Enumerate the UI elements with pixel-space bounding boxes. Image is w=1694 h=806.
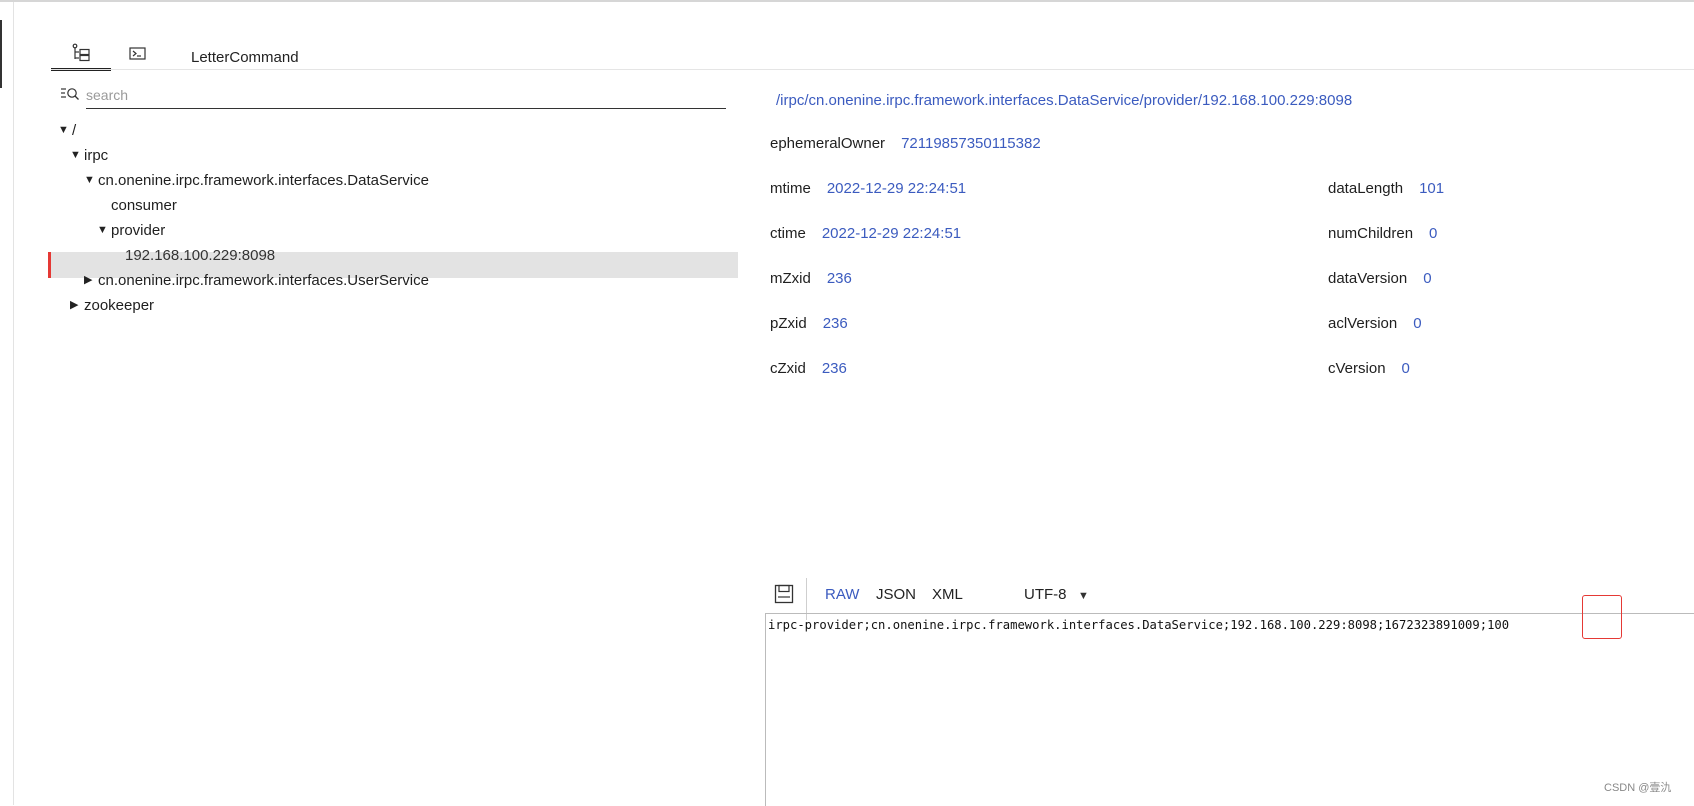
data-editor[interactable]: irpc-provider;cn.onenine.irpc.framework.… [765,613,1694,806]
format-xml-button[interactable]: XML [932,586,963,603]
prop-label: mZxid [770,270,811,287]
prop-value: 101 [1419,180,1445,197]
prop-value: 2022-12-29 22:24:51 [826,180,967,197]
prop-label: numChildren [1328,225,1414,242]
data-content-text: irpc-provider;cn.onenine.irpc.framework.… [768,618,1510,632]
tree-node-root[interactable]: ▼ / [58,117,76,144]
tree-node-label: irpc [84,147,109,164]
save-icon[interactable] [774,584,794,604]
prop-value: 2022-12-29 22:24:51 [821,225,962,242]
format-raw-button[interactable]: RAW [825,586,859,603]
prop-value: 236 [821,360,847,377]
selected-row-indicator [48,252,51,278]
tree-node-label: consumer [111,197,177,214]
prop-data-length: dataLength 101 [1328,180,1444,197]
left-rail-divider [13,2,14,805]
tree-node-consumer[interactable]: consumer [111,192,177,219]
prop-label: cVersion [1328,360,1386,377]
prop-value: 0 [1401,360,1410,377]
tree-node-label: 192.168.100.229:8098 [125,247,276,264]
prop-mtime: mtime 2022-12-29 22:24:51 [770,180,966,197]
data-toolbar: RAW JSON XML UTF-8 ▼ [770,578,1694,620]
prop-c-version: cVersion 0 [1328,360,1410,377]
expanded-caret-icon[interactable]: ▼ [84,167,98,194]
search-icon [61,88,79,100]
prop-label: dataVersion [1328,270,1408,287]
tree-node-user-service[interactable]: ▶ cn.onenine.irpc.framework.interfaces.Us… [84,267,429,294]
prop-label: pZxid [770,315,807,332]
tree-node-label: zookeeper [84,297,155,314]
tab-terminal[interactable] [127,40,157,69]
prop-ctime: ctime 2022-12-29 22:24:51 [770,225,961,242]
tab-letter-command-label: LetterCommand [191,49,299,66]
prop-ephemeral-owner: ephemeralOwner 72119857350115382 [770,135,1041,152]
expanded-caret-icon[interactable]: ▼ [58,117,72,144]
search-bar [58,80,726,110]
prop-value: 0 [1413,315,1422,332]
left-edge-marker [0,20,2,88]
search-input[interactable] [86,82,726,109]
tree-node-provider[interactable]: ▼ provider [97,217,165,244]
tree-node-irpc[interactable]: ▼ irpc [70,142,108,169]
expanded-caret-icon[interactable]: ▼ [97,217,111,244]
terminal-icon [129,47,146,60]
prop-label: mtime [770,180,811,197]
expanded-caret-icon[interactable]: ▼ [70,142,84,169]
tab-letter-command[interactable]: LetterCommand [191,40,351,69]
prop-data-version: dataVersion 0 [1328,270,1432,287]
prop-mzxid: mZxid 236 [770,270,852,287]
dropdown-caret-icon[interactable]: ▼ [1078,590,1089,602]
tree-node-label: cn.onenine.irpc.framework.interfaces.Dat… [98,172,429,189]
prop-num-children: numChildren 0 [1328,225,1437,242]
prop-label: ephemeralOwner [770,135,886,152]
tabs-divider [51,69,1694,70]
prop-label: cZxid [770,360,806,377]
watermark: CSDN @壹氿 [1604,782,1672,794]
prop-value: 0 [1423,270,1432,287]
prop-value: 236 [822,315,848,332]
prop-value: 72119857350115382 [901,135,1041,152]
prop-value: 0 [1429,225,1438,242]
tree-node-label: / [72,122,77,139]
format-json-button[interactable]: JSON [876,586,916,603]
prop-value: 236 [826,270,852,287]
tree-node-label: provider [111,222,166,239]
tree-node-label: cn.onenine.irpc.framework.interfaces.Use… [98,272,429,289]
znode-path: /irpc/cn.onenine.irpc.framework.interfac… [776,92,1353,109]
prop-acl-version: aclVersion 0 [1328,315,1422,332]
tab-tree[interactable] [51,40,111,71]
window-top-border [0,0,1694,2]
prop-label: dataLength [1328,180,1404,197]
tree-node-data-service[interactable]: ▼ cn.onenine.irpc.framework.interfaces.Da… [84,167,429,194]
tree-node-zookeeper[interactable]: ▶ zookeeper [70,292,154,319]
annotation-highlight-box [1582,595,1622,639]
prop-label: ctime [770,225,806,242]
encoding-select[interactable]: UTF-8 [1024,586,1067,603]
prop-pzxid: pZxid 236 [770,315,848,332]
collapsed-caret-icon[interactable]: ▶ [70,292,84,319]
tree-node-provider-address[interactable]: 192.168.100.229:8098 [125,242,275,269]
prop-czxid: cZxid 236 [770,360,847,377]
tree-icon [72,43,90,62]
prop-label: aclVersion [1328,315,1398,332]
collapsed-caret-icon[interactable]: ▶ [84,267,98,294]
